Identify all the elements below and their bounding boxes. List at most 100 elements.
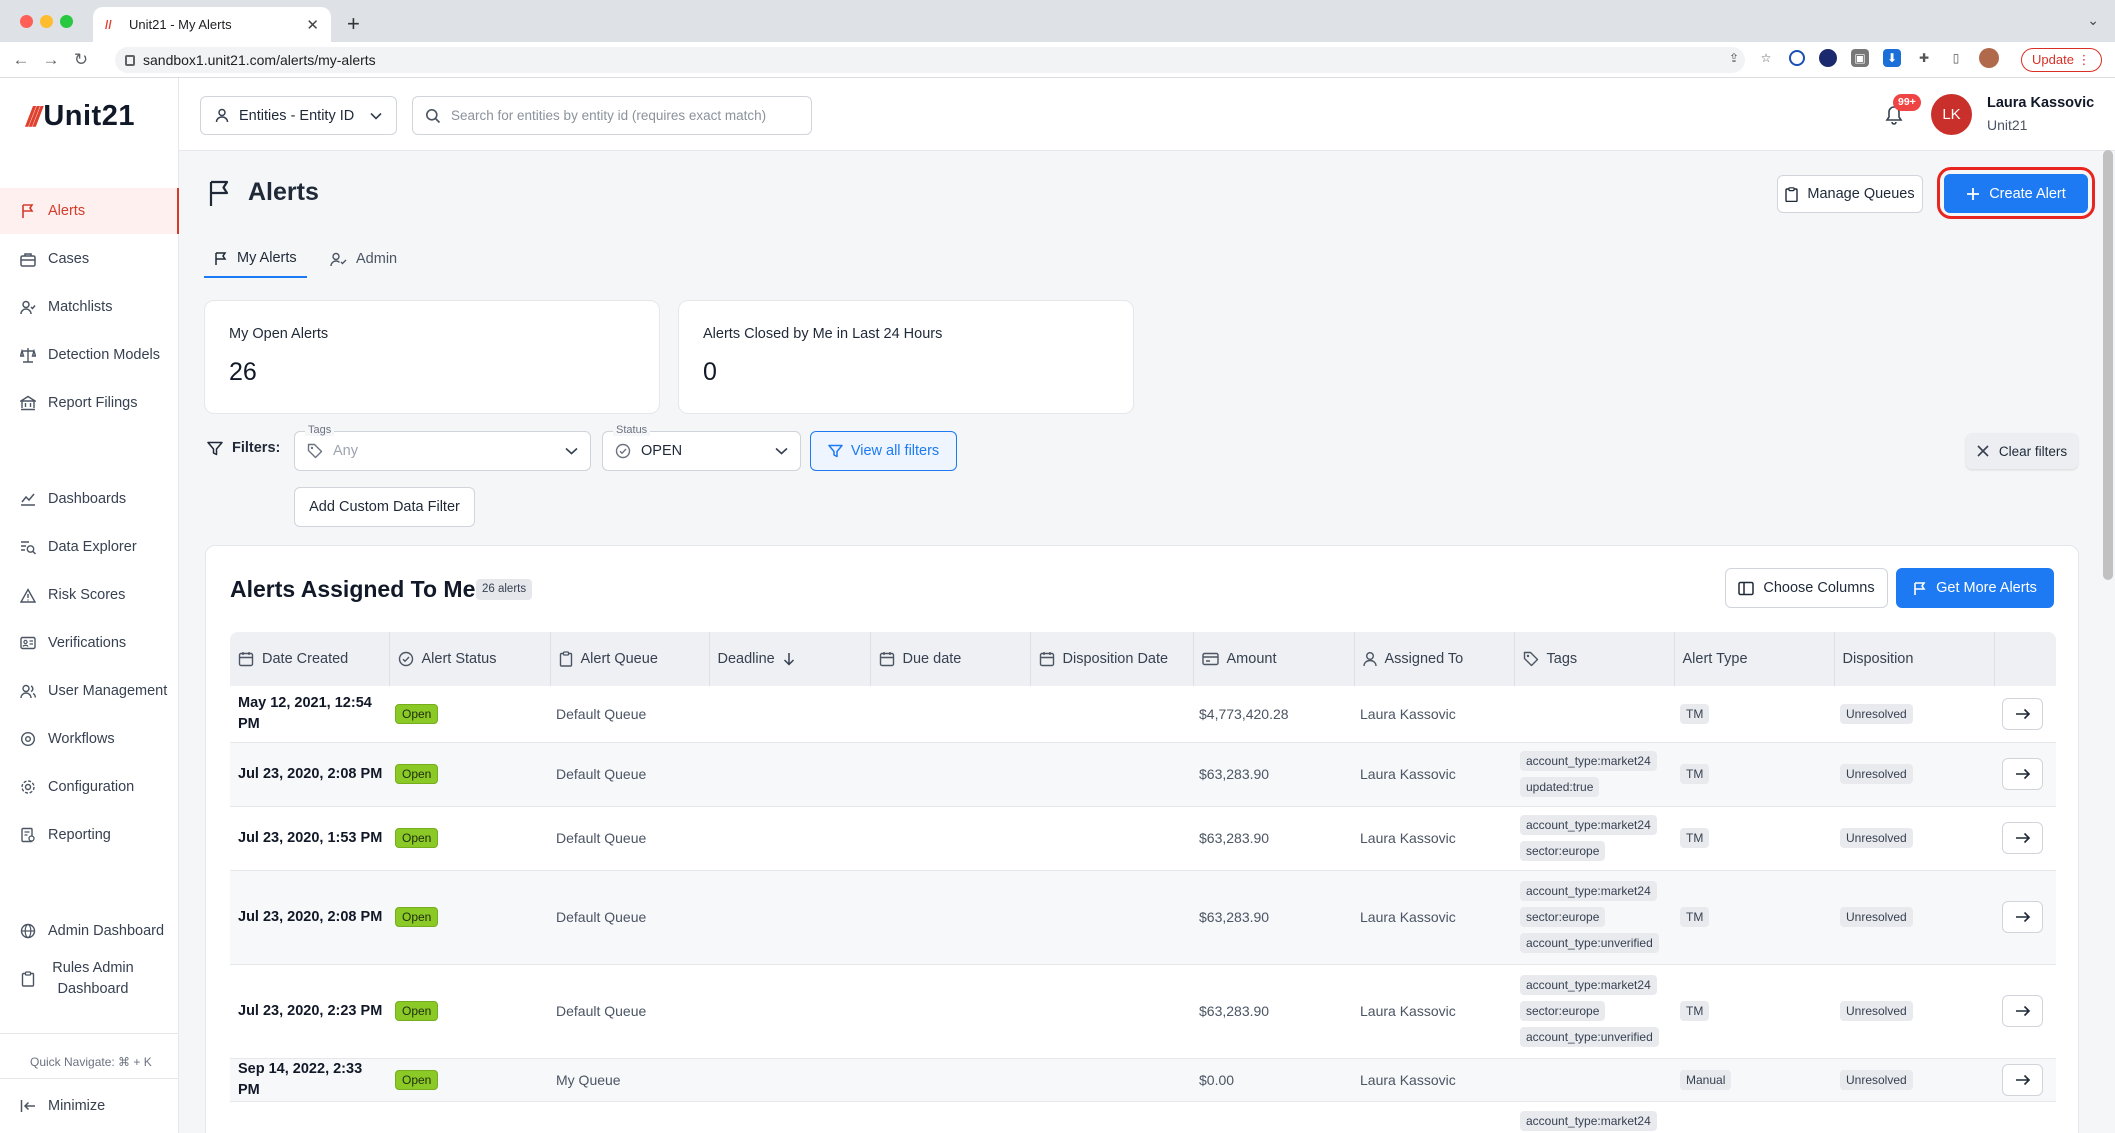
window-minimize-button[interactable] — [40, 15, 53, 28]
sidepanel-icon[interactable]: ▯ — [1947, 49, 1965, 67]
reload-icon[interactable]: ↻ — [66, 50, 96, 70]
new-tab-icon[interactable]: + — [347, 11, 360, 37]
table-row[interactable]: Jul 23, 2020, 2:23 PM Open Default Queue $6… — [230, 964, 2056, 1059]
open-alert-arrow-button[interactable] — [2002, 901, 2043, 933]
add-custom-data-filter-button[interactable]: Add Custom Data Filter — [294, 487, 475, 527]
sidebar-item-reporting[interactable]: Reporting — [0, 812, 179, 858]
unit21-logo[interactable]: /// Unit21 — [26, 100, 135, 133]
address-bar[interactable]: sandbox1.unit21.com/alerts/my-alerts — [115, 47, 1745, 73]
tab-my-alerts[interactable]: My Alerts — [204, 240, 307, 278]
chrome-update-button[interactable]: Update ⋮ — [2021, 48, 2102, 72]
column-label: Amount — [1226, 651, 1277, 667]
sidebar-item-configuration[interactable]: Configuration — [0, 764, 179, 810]
tab-admin[interactable]: Admin — [320, 240, 407, 278]
column-header-alert-type[interactable]: Alert Type — [1674, 632, 1835, 686]
logo-text: Unit21 — [43, 100, 135, 132]
cell-assigned-to: Laura Kassovic — [1354, 742, 1514, 807]
tag-chip: account_type:market24 — [1520, 975, 1657, 995]
open-alert-arrow-button[interactable] — [2002, 1063, 2043, 1096]
entity-search-input[interactable] — [451, 108, 799, 123]
open-alert-arrow-button[interactable] — [2002, 697, 2043, 730]
gray-extension-icon[interactable]: ▣ — [1851, 49, 1869, 67]
table-row[interactable]: Sep 14, 2022, 2:33 PM Open My Queue $0.00 La… — [230, 1058, 2056, 1102]
column-header-deadline[interactable]: Deadline — [709, 632, 871, 686]
arrow-right-icon — [2015, 1005, 2031, 1017]
column-header-due-date[interactable]: Due date — [870, 632, 1031, 686]
password-extension-icon[interactable] — [1789, 50, 1805, 66]
manage-queues-button[interactable]: Manage Queues — [1777, 175, 1923, 213]
window-zoom-button[interactable] — [60, 15, 73, 28]
sidebar-item-data-explorer[interactable]: Data Explorer — [0, 524, 179, 570]
status-filter-select[interactable]: Status OPEN — [602, 424, 801, 471]
card-value: 0 — [703, 358, 717, 386]
choose-columns-button[interactable]: Choose Columns — [1725, 568, 1888, 608]
open-alert-arrow-button[interactable] — [2002, 995, 2043, 1027]
sidebar-item-verifications[interactable]: Verifications — [0, 620, 179, 666]
table-row[interactable]: Jul 23, 2020, 2:08 PM Open Default Queue $6… — [230, 870, 2056, 965]
sidebar-item-report-filings[interactable]: Report Filings — [0, 380, 179, 426]
open-alert-arrow-button[interactable] — [2002, 758, 2043, 790]
sidebar-item-label: Report Filings — [48, 395, 138, 411]
sidebar-item-dashboards[interactable]: Dashboards — [0, 476, 179, 522]
tab-close-icon[interactable]: ✕ — [306, 16, 319, 34]
cell-tags: account_type:market24 sector:europe accoun… — [1514, 964, 1674, 1059]
entity-type-select[interactable]: Entities - Entity ID — [200, 96, 397, 135]
column-header-alert-queue[interactable]: Alert Queue — [550, 632, 710, 686]
view-all-filters-button[interactable]: View all filters — [810, 431, 957, 471]
sidebar-item-risk-scores[interactable]: Risk Scores — [0, 572, 179, 618]
sidebar-item-matchlists[interactable]: Matchlists — [0, 284, 179, 330]
tags-stack: account_type:market24 sector:europe accoun… — [1520, 972, 1668, 1050]
sidebar-item-user-management[interactable]: User Management — [0, 668, 179, 714]
circle-extension-icon[interactable] — [1819, 49, 1837, 67]
download-extension-icon[interactable]: ⬇ — [1883, 49, 1901, 67]
table-row[interactable]: Jul 23, 2020, 1:53 PM Open Default Queue $6… — [230, 806, 2056, 871]
column-header-disposition[interactable]: Disposition — [1834, 632, 1995, 686]
address-url: sandbox1.unit21.com/alerts/my-alerts — [143, 52, 376, 68]
tags-filter-select[interactable]: Tags Any — [294, 424, 591, 471]
table-row[interactable]: Jul 23, 2020, 2:08 PM Open Default Queue $6… — [230, 742, 2056, 807]
sidebar-item-label: Rules Admin Dashboard — [52, 960, 134, 997]
bookmark-star-icon[interactable]: ☆ — [1757, 49, 1775, 67]
sidebar-item-admin-dashboard[interactable]: Admin Dashboard — [0, 908, 179, 954]
column-header-tags[interactable]: Tags — [1514, 632, 1675, 686]
column-header-disposition-date[interactable]: Disposition Date — [1030, 632, 1194, 686]
column-header-assigned-to[interactable]: Assigned To — [1354, 632, 1515, 686]
quick-navigate-hint: Quick Navigate: ⌘ + K — [30, 1055, 152, 1069]
tab-search-chevron-icon[interactable]: ⌄ — [2087, 12, 2099, 29]
sidebar-item-cases[interactable]: Cases — [0, 236, 179, 282]
get-more-alerts-button[interactable]: Get More Alerts — [1896, 568, 2054, 608]
open-alert-arrow-button[interactable] — [2002, 822, 2043, 854]
cell-alert-status — [389, 1101, 550, 1133]
table-row[interactable]: May 12, 2021, 12:54 PM Open Default Queue $… — [230, 686, 2056, 743]
forward-arrow-icon[interactable]: → — [36, 50, 66, 70]
sidebar-item-workflows[interactable]: Workflows — [0, 716, 179, 762]
user-org: Unit21 — [1987, 117, 2028, 133]
column-header-date-created[interactable]: Date Created — [230, 632, 390, 686]
chevron-down-icon — [775, 447, 788, 455]
cell-alert-type: TM — [1674, 686, 1834, 743]
window-close-button[interactable] — [20, 15, 33, 28]
minimize-label: Minimize — [48, 1098, 106, 1114]
page-scrollbar[interactable] — [2103, 150, 2113, 580]
table-row[interactable]: account_type:market24 — [230, 1101, 2056, 1133]
tag-chip: account_type:market24 — [1520, 815, 1657, 835]
sidebar-item-rules-admin-dashboard[interactable]: Rules Admin Dashboard — [0, 953, 179, 1005]
arrow-right-icon — [2015, 768, 2031, 780]
add-custom-filter-label: Add Custom Data Filter — [309, 499, 460, 515]
sort-down-arrow-icon[interactable] — [783, 652, 795, 666]
puzzle-extensions-icon[interactable]: ✚ — [1915, 49, 1933, 67]
column-header-actions — [1994, 632, 2056, 686]
profile-avatar-icon[interactable] — [1979, 48, 1999, 68]
sidebar-item-detection-models[interactable]: Detection Models — [0, 332, 179, 378]
entity-search-box[interactable] — [412, 96, 812, 135]
minimize-sidebar-button[interactable]: Minimize — [0, 1083, 179, 1129]
share-icon[interactable]: ⇪ — [1725, 49, 1743, 67]
column-header-amount[interactable]: Amount — [1193, 632, 1355, 686]
cell-alert-type: TM — [1674, 870, 1834, 965]
clear-filters-button[interactable]: Clear filters — [1966, 433, 2078, 469]
sidebar-item-alerts[interactable]: Alerts — [0, 188, 179, 234]
user-avatar[interactable]: LK — [1931, 94, 1972, 135]
browser-tab[interactable]: // Unit21 - My Alerts ✕ — [93, 7, 331, 42]
column-header-alert-status[interactable]: Alert Status — [389, 632, 551, 686]
back-arrow-icon[interactable]: ← — [6, 50, 36, 70]
